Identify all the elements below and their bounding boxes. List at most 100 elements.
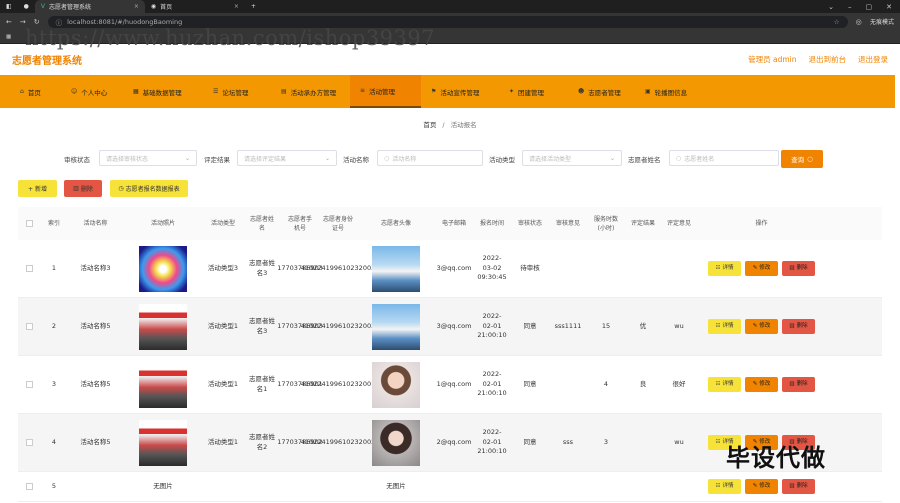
reload-icon[interactable]: ↻: [34, 18, 40, 26]
cell-activity-type: 活动类型1: [207, 321, 239, 330]
delete-button[interactable]: ▥ 删除: [782, 261, 815, 276]
github-icon[interactable]: ●: [18, 0, 35, 13]
row-checkbox[interactable]: [18, 381, 40, 388]
delete-button[interactable]: ▥ 删除: [782, 479, 815, 494]
cell-activity-name: 活动名称5: [80, 379, 111, 388]
edit-label: 修改: [759, 265, 771, 272]
nav-label: 首页: [27, 88, 41, 97]
row-checkbox[interactable]: [18, 323, 40, 330]
cell-result: 优: [639, 321, 647, 330]
nav-item-basedata[interactable]: ▦ 基础数据管理: [123, 75, 203, 108]
search-label: 查询: [791, 156, 805, 164]
status-select[interactable]: 请选择审核状态 ⌄: [99, 150, 197, 166]
breadcrumb-current: 活动报名: [450, 121, 477, 129]
trash-icon: ▥: [789, 323, 795, 330]
front-link[interactable]: 退出到前台: [809, 54, 847, 65]
volunteer-name-input[interactable]: ○ 志愿者姓名: [669, 150, 779, 166]
batch-delete-button[interactable]: ▥ 删除: [64, 180, 102, 197]
nav-label: 基础数据管理: [142, 88, 182, 97]
new-tab-button[interactable]: +: [245, 0, 262, 13]
logout-link[interactable]: 退出登录: [858, 54, 888, 65]
cell-activity-name: 活动名称5: [80, 437, 111, 446]
cell-activity-photo: [123, 419, 203, 466]
row-checkbox[interactable]: [18, 265, 40, 272]
cell-comment: 很好: [672, 379, 686, 388]
type-placeholder: 请选择活动类型: [529, 155, 572, 163]
maximize-icon[interactable]: ▢: [866, 3, 873, 11]
globe-icon: ◉: [150, 3, 157, 10]
chevron-down-icon: ⌄: [609, 154, 615, 162]
detail-button[interactable]: ☷ 详情: [708, 319, 741, 334]
cell-activity-type: 活动类型1: [207, 437, 239, 446]
row-checkbox[interactable]: [18, 483, 40, 490]
cell-idcard: 410224199610232003: [300, 263, 376, 272]
nav-item-profile[interactable]: ☺ 个人中心: [61, 75, 123, 108]
browser-tab[interactable]: ◉ 首页 ×: [145, 0, 245, 13]
search-button[interactable]: 查询 ○: [781, 150, 823, 168]
detail-button[interactable]: ☷ 详情: [708, 261, 741, 276]
edit-button[interactable]: ✎ 修改: [745, 319, 778, 334]
star-icon[interactable]: ☆: [834, 18, 840, 26]
incognito-label[interactable]: 无痕模式: [870, 17, 894, 26]
close-icon[interactable]: ×: [134, 3, 139, 10]
add-button[interactable]: + 新增: [18, 180, 57, 197]
admin-link[interactable]: 管理员 admin: [748, 54, 796, 65]
avatar: [372, 419, 420, 466]
chevron-down-icon[interactable]: ⌄: [828, 3, 834, 11]
nav-item-volunteer[interactable]: ☻ 志愿者管理: [568, 75, 635, 108]
col-header: 操作: [755, 220, 768, 227]
nav-item-carousel[interactable]: ▣ 轮播图信息: [635, 75, 705, 108]
app-title: 志愿者管理系统: [12, 55, 82, 67]
browser-tab-active[interactable]: V 志愿者管理系统 ×: [34, 0, 145, 13]
breadcrumb-home[interactable]: 首页: [423, 121, 436, 129]
close-icon[interactable]: ×: [234, 3, 239, 10]
nav-item-team[interactable]: ✦ 团建管理: [499, 75, 568, 108]
people-icon: ☻: [578, 88, 585, 95]
cell-idcard: 410224199610232002: [300, 437, 376, 446]
activity-photo: [139, 303, 187, 350]
edit-label: 修改: [759, 381, 771, 388]
result-filter-label: 评定结果: [204, 156, 230, 164]
close-window-icon[interactable]: ✕: [886, 3, 892, 11]
detail-icon: ☷: [715, 265, 721, 272]
type-select[interactable]: 请选择活动类型 ⌄: [522, 150, 622, 166]
row-checkbox[interactable]: [18, 439, 40, 446]
select-all-checkbox[interactable]: [18, 220, 40, 227]
minimize-icon[interactable]: –: [848, 3, 852, 11]
detail-button[interactable]: ☷ 详情: [708, 479, 741, 494]
nav-item-forum[interactable]: ☰ 论坛管理: [203, 75, 271, 108]
chart-icon: ◷: [118, 185, 124, 192]
col-header: 志愿者姓名: [249, 215, 274, 232]
home-icon: ⌂: [20, 88, 24, 95]
breadcrumb: 首页 / 活动报名: [0, 119, 900, 129]
nav-item-activity[interactable]: ≡ 活动管理: [350, 75, 421, 108]
col-header: 审核状态: [517, 220, 542, 227]
forward-icon[interactable]: →: [20, 18, 26, 26]
back-icon[interactable]: ←: [6, 18, 12, 26]
team-icon: ✦: [509, 88, 515, 95]
name-filter-label: 活动名称: [343, 156, 369, 164]
result-select[interactable]: 请选择评定结果 ⌄: [237, 150, 337, 166]
edit-button[interactable]: ✎ 修改: [745, 479, 778, 494]
cell-time: 2022-02-01 21:00:10: [477, 427, 507, 456]
edit-button[interactable]: ✎ 修改: [745, 377, 778, 392]
detail-label: 详情: [722, 483, 734, 490]
detail-icon: ☷: [715, 439, 721, 446]
table-row: 2 活动名称5 活动类型1 志愿者姓名3 17703786903 410224199610…: [18, 298, 882, 356]
browser-menu-icon[interactable]: ◧: [0, 0, 18, 13]
nav-item-organizer[interactable]: ▤ 活动承办方管理: [271, 75, 350, 108]
report-button[interactable]: ◷ 志愿者报名数据报表: [110, 180, 188, 197]
delete-button[interactable]: ▥ 删除: [782, 319, 815, 334]
trash-icon: ▥: [789, 483, 795, 490]
nav-item-home[interactable]: ⌂ 首页: [10, 75, 61, 108]
apps-icon[interactable]: ▦: [6, 34, 11, 40]
edit-label: 修改: [759, 323, 771, 330]
activity-name-input[interactable]: ○ 活动名称: [377, 150, 483, 166]
nav-item-promotion[interactable]: ⚑ 活动宣传管理: [421, 75, 499, 108]
col-header: 评定结果: [630, 220, 655, 227]
delete-button[interactable]: ▥ 删除: [782, 377, 815, 392]
folder-icon: ▤: [281, 88, 287, 95]
detail-button[interactable]: ☷ 详情: [708, 377, 741, 392]
edit-button[interactable]: ✎ 修改: [745, 261, 778, 276]
browser-tabbar: ◧ ● V 志愿者管理系统 × ◉ 首页 × + ⌄ – ▢ ✕: [0, 0, 900, 13]
